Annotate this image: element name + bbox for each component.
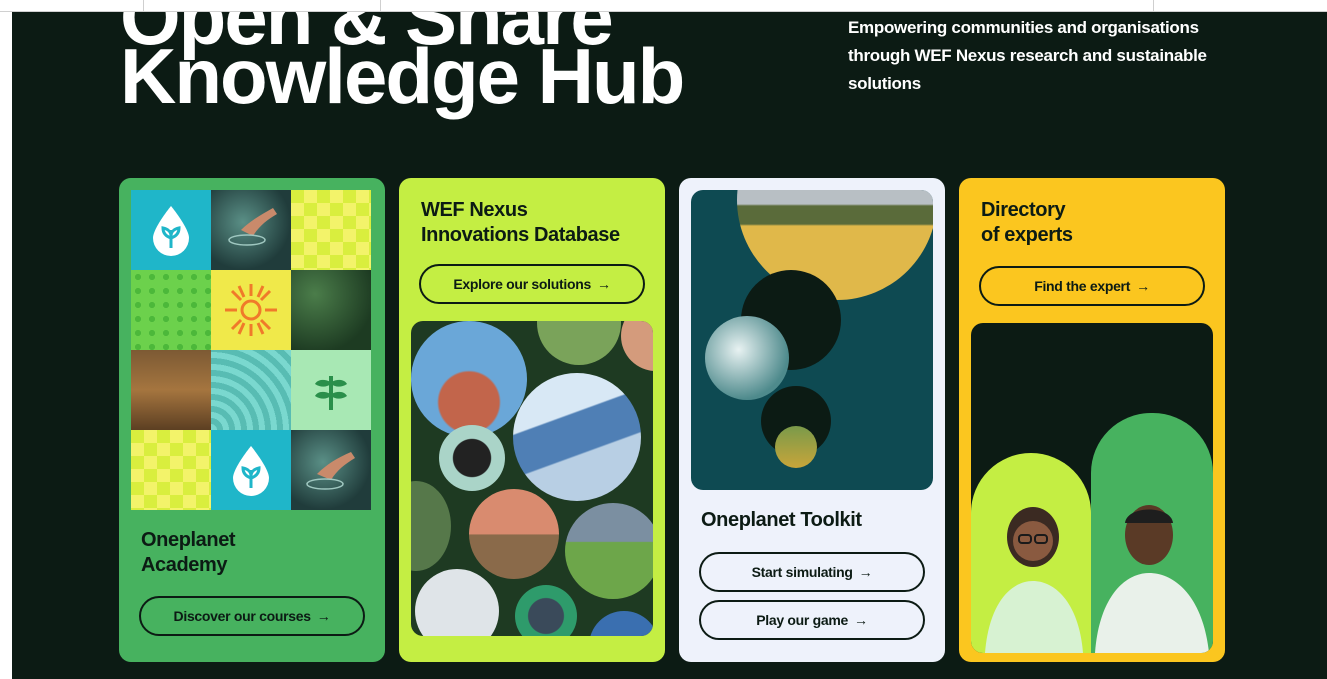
wheat-field-tile	[131, 350, 211, 430]
arrow-right-icon: →	[1136, 278, 1150, 294]
academy-card[interactable]: Oneplanet Academy Discover our courses →	[119, 178, 385, 662]
solar-field-circle	[411, 481, 451, 571]
wave-circle	[705, 316, 789, 400]
panel-field-circle	[565, 503, 653, 599]
green-arch	[971, 453, 1091, 653]
database-title-line2: Innovations Database	[421, 224, 620, 246]
tower-circle	[411, 321, 527, 437]
top-strip	[0, 0, 1327, 12]
academy-title-line1: Oneplanet	[141, 529, 236, 551]
experts-directory-card[interactable]: Directory of experts Find the expert →	[959, 178, 1225, 662]
device-circle	[439, 425, 505, 491]
innovations-database-card[interactable]: WEF Nexus Innovations Database Explore o…	[399, 178, 665, 662]
start-simulating-button[interactable]: Start simulating →	[699, 552, 925, 592]
yellow-pattern-tile	[131, 430, 211, 510]
discover-courses-label: Discover our courses	[173, 608, 311, 624]
toolkit-image	[691, 190, 933, 490]
water-drop-plant-icon	[131, 190, 211, 270]
sun-tile	[211, 270, 291, 350]
academy-mosaic-image	[131, 190, 371, 510]
find-expert-label: Find the expert	[1034, 278, 1131, 294]
discover-courses-button[interactable]: Discover our courses →	[139, 596, 365, 636]
strip-divider	[380, 0, 381, 12]
sensor-circle	[469, 489, 559, 579]
experts-title-line1: Directory	[981, 199, 1066, 221]
arrow-right-icon: →	[316, 608, 331, 624]
hero-tagline: Empowering communities and organisations…	[848, 18, 1207, 93]
database-title-line1: WEF Nexus	[421, 199, 528, 221]
arrow-right-icon: →	[596, 276, 611, 292]
machine-circle	[515, 585, 577, 636]
find-expert-button[interactable]: Find the expert →	[979, 266, 1205, 306]
landscape-circle	[621, 321, 653, 371]
hand-in-water-tile	[211, 190, 291, 270]
equipment-circle	[415, 569, 499, 636]
database-title: WEF Nexus Innovations Database	[421, 198, 620, 248]
hand-in-water-tile	[291, 430, 371, 510]
sun-icon	[211, 270, 291, 350]
forest-tile	[291, 270, 371, 350]
green-tall-arch	[1091, 413, 1213, 653]
water-drop-tile	[131, 190, 211, 270]
toolkit-card[interactable]: Oneplanet Toolkit Start simulating → Pla…	[679, 178, 945, 662]
strip-divider	[1153, 0, 1154, 12]
experts-title-line2: of experts	[981, 224, 1073, 246]
green-pattern-tile	[131, 270, 211, 350]
explore-solutions-button[interactable]: Explore our solutions →	[419, 264, 645, 304]
expert-woman-portrait	[985, 507, 1083, 653]
experts-image	[971, 323, 1213, 653]
experts-title: Directory of experts	[981, 198, 1073, 248]
water-drop-plant-icon	[211, 430, 291, 510]
water-drop-tile	[211, 430, 291, 510]
academy-title-line2: Academy	[141, 554, 228, 576]
innovations-collage-image	[411, 321, 653, 636]
leaf-tile	[291, 350, 371, 430]
strip-divider	[143, 0, 144, 12]
expert-man-portrait	[1095, 505, 1209, 653]
plant-icon	[291, 350, 371, 430]
knowledge-hub-section: Open & Share Knowledge Hub Empowering co…	[12, 12, 1327, 679]
play-game-button[interactable]: Play our game →	[699, 600, 925, 640]
arrow-right-icon: →	[858, 564, 873, 580]
wave-pattern-tile	[211, 350, 291, 430]
start-simulating-label: Start simulating	[751, 564, 853, 580]
arrow-right-icon: →	[854, 612, 868, 628]
academy-title: Oneplanet Academy	[141, 528, 236, 578]
play-game-label: Play our game	[756, 612, 849, 628]
water-circle	[589, 611, 653, 636]
solar-panel-circle	[513, 373, 641, 501]
field-drop-circle	[775, 426, 817, 468]
toolkit-title: Oneplanet Toolkit	[701, 509, 862, 531]
explore-solutions-label: Explore our solutions	[453, 276, 591, 292]
page-title: Knowledge Hub	[120, 32, 685, 120]
field-circle	[537, 321, 621, 365]
yellow-pattern-tile	[291, 190, 371, 270]
